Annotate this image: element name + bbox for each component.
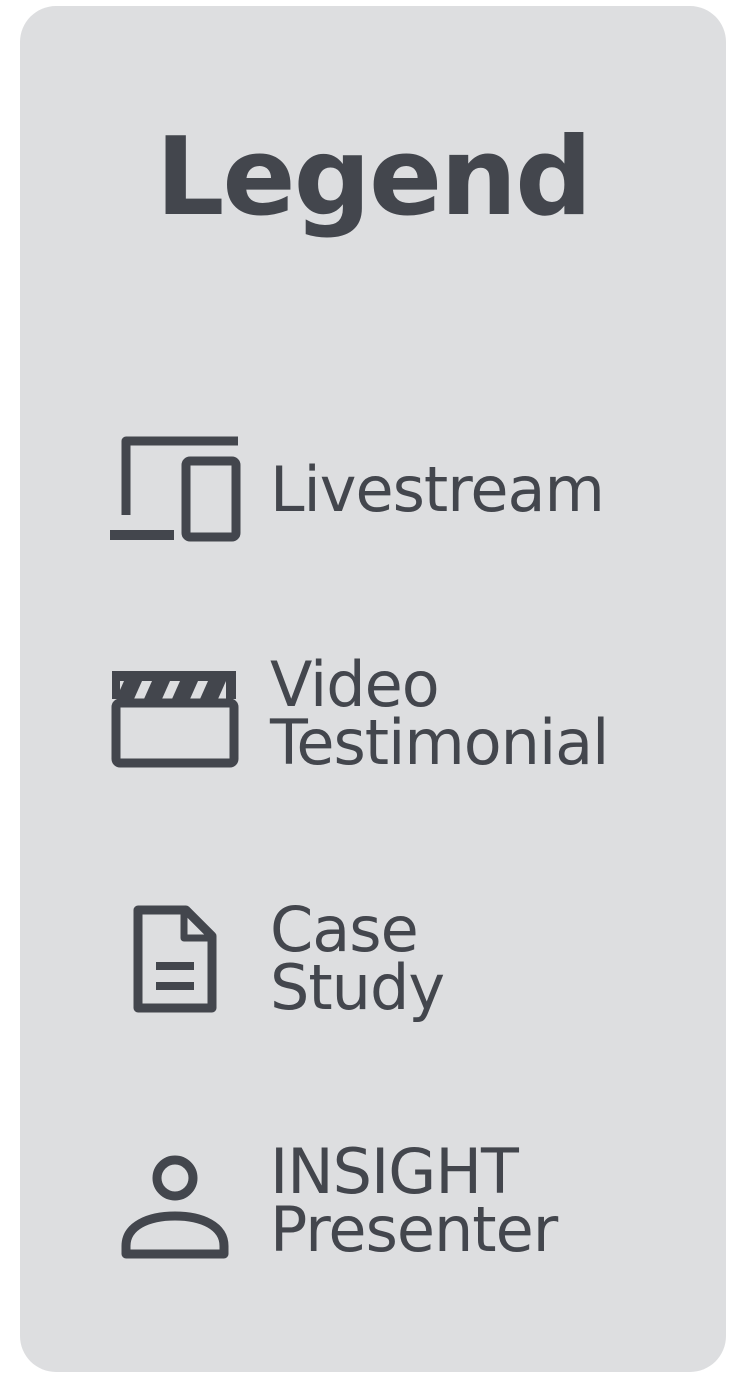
legend-label-insight-presenter: INSIGHT Presenter bbox=[270, 1141, 558, 1266]
legend-item-insight-presenter: INSIGHT Presenter bbox=[20, 1138, 726, 1278]
legend-label-livestream: Livestream bbox=[270, 453, 605, 526]
devices-icon bbox=[108, 431, 243, 543]
label-line: Testimonial bbox=[270, 706, 609, 779]
legend-item-case-study: Case Study bbox=[20, 896, 726, 1036]
label-line: Presenter bbox=[270, 1193, 558, 1266]
person-icon bbox=[120, 1150, 232, 1260]
legend-item-video-testimonial: Video Testimonial bbox=[20, 651, 726, 791]
legend-title: Legend bbox=[155, 115, 593, 240]
label-line: Livestream bbox=[270, 453, 605, 526]
legend-item-livestream: Livestream bbox=[20, 426, 726, 551]
legend-panel: Legend Livestream Video Testimonial Case… bbox=[20, 6, 726, 1372]
document-icon bbox=[132, 904, 222, 1016]
legend-label-case-study: Case Study bbox=[270, 899, 445, 1024]
label-line: Study bbox=[270, 951, 445, 1024]
legend-label-video-testimonial: Video Testimonial bbox=[270, 654, 609, 779]
clapperboard-icon bbox=[108, 659, 243, 771]
